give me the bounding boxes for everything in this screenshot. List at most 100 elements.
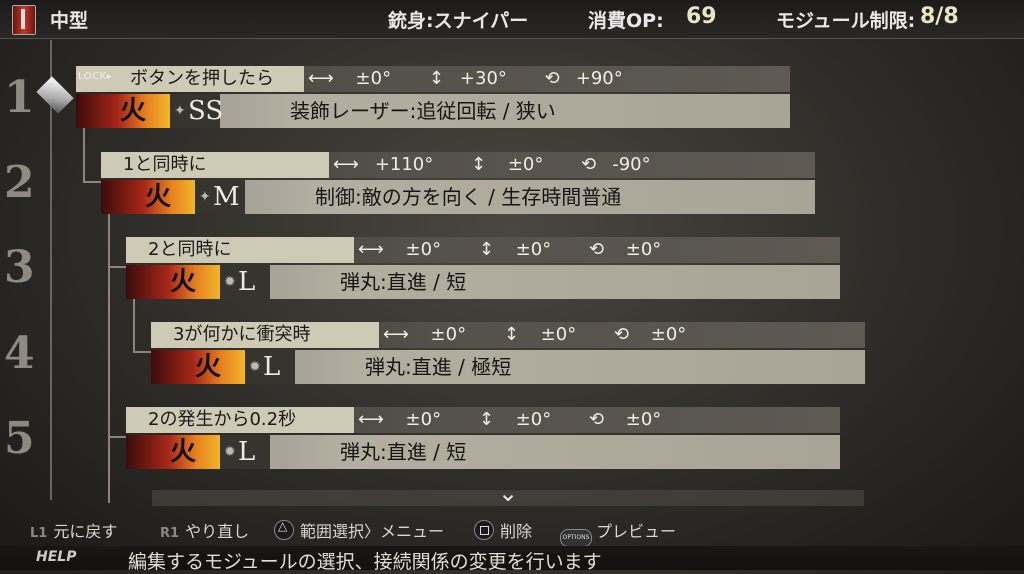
- sparkle-icon: ✦: [174, 103, 186, 119]
- horizontal-angle: ⟷ ±0°: [358, 409, 442, 430]
- rotation-icon: ⟲: [544, 68, 560, 89]
- module-description: 弾丸:直進 / 短: [340, 270, 467, 294]
- redo-hint[interactable]: R1 やり直し: [160, 518, 249, 542]
- size-badge: ✹ L: [220, 435, 270, 469]
- module-row-3[interactable]: 2と同時に ⟷ ±0° ↕ ±0° ⟲ ±0° 火 ✹ L 弾丸:直進 / 短: [126, 237, 840, 305]
- module-description: 制御:敵の方を向く / 生存時間普通: [315, 185, 622, 209]
- condition-label: 2と同時に: [126, 237, 354, 263]
- row-number-1: 1: [4, 72, 35, 123]
- horizontal-angle: ⟷ ±0°: [358, 239, 442, 260]
- barrel-label: 銃身:スナイパー: [388, 10, 529, 32]
- condition-label: 2の発生から0.2秒: [126, 407, 354, 433]
- row-number-2: 2: [4, 157, 35, 208]
- module-row-4[interactable]: 3が何かに衝突時 ⟷ ±0° ↕ ±0° ⟲ ±0° 火 ✹ L 弾丸:直進 / …: [151, 322, 865, 390]
- vertical-arrows-icon: ↕: [428, 68, 444, 89]
- limit-label: モジュール制限:: [776, 10, 916, 32]
- rotation-angle: ⟲ +90°: [544, 68, 623, 89]
- cursor-diamond-icon: [34, 84, 78, 108]
- vertical-angle: ↕ ±0°: [503, 324, 577, 345]
- rotation-angle: ⟲ ±0°: [588, 239, 662, 260]
- horizontal-arrows-icon: ⟷: [358, 239, 384, 260]
- vertical-angle: ↕ +30°: [428, 68, 507, 89]
- control-hints: L1元に戻す R1やり直し 範囲選択〉メニュー 削除 OPTIONSプレビュー: [0, 514, 1024, 547]
- fire-element-icon: 火: [126, 265, 220, 299]
- module-row-5[interactable]: 2の発生から0.2秒 ⟷ ±0° ↕ ±0° ⟲ ±0° 火 ✹ L 弾丸:直進 …: [126, 407, 840, 475]
- connector-line: [83, 128, 85, 183]
- r1-button-icon: R1: [160, 526, 180, 541]
- sparkle-icon: ✦: [199, 189, 211, 205]
- horizontal-angle: ⟷ ±0°: [308, 68, 392, 89]
- rotation-icon: ⟲: [581, 154, 597, 175]
- undo-hint[interactable]: L1 元に戻す: [30, 518, 117, 542]
- connector-line: [83, 181, 103, 183]
- direction-params: ⟷ ±0° ↕ ±0° ⟲ ±0°: [358, 407, 693, 433]
- cost-label: 消費OP:: [588, 10, 664, 32]
- horizontal-arrows-icon: ⟷: [383, 324, 409, 345]
- module-description: 弾丸:直進 / 短: [340, 440, 467, 464]
- gear-icon: ✹: [224, 444, 236, 460]
- connector-line: [133, 298, 135, 353]
- cost-value: 69: [686, 4, 717, 29]
- module-row-2[interactable]: 1と同時に ⟷ +110° ↕ ±0° ⟲ -90° 火 ✦ M 制御:敵の方を向く …: [101, 152, 815, 220]
- triangle-button-icon: [274, 519, 294, 540]
- vertical-arrows-icon: ↕: [478, 409, 494, 430]
- limit-value: 8/8: [920, 4, 959, 29]
- module-description: 装飾レーザー:追従回転 / 狭い: [290, 99, 556, 123]
- scroll-down-chevron-icon[interactable]: ⌄: [498, 479, 518, 507]
- vertical-arrows-icon: ↕: [503, 324, 519, 345]
- weapon-category-icon: [12, 5, 36, 35]
- vertical-angle: ↕ ±0°: [478, 409, 552, 430]
- direction-params: ⟷ ±0° ↕ +30° ⟲ +90°: [308, 66, 655, 92]
- size-badge: ✹ L: [245, 350, 295, 384]
- size-badge: ✦ SS: [170, 94, 223, 128]
- horizontal-arrows-icon: ⟷: [308, 68, 334, 89]
- vertical-arrows-icon: ↕: [478, 239, 494, 260]
- connector-line: [108, 436, 128, 438]
- range-select-hint[interactable]: 範囲選択〉メニュー: [274, 518, 444, 542]
- rotation-angle: ⟲ -90°: [581, 154, 651, 175]
- fire-element-icon: 火: [126, 435, 220, 469]
- rotation-icon: ⟲: [613, 324, 630, 345]
- connector-line: [108, 213, 110, 503]
- horizontal-arrows-icon: ⟷: [358, 409, 384, 430]
- rotation-angle: ⟲ ±0°: [588, 409, 662, 430]
- connector-line: [108, 266, 128, 268]
- condition-label: 3が何かに衝突時: [151, 322, 379, 348]
- condition-label: 1と同時に: [101, 152, 329, 178]
- size-badge: ✹ L: [220, 265, 270, 299]
- vertical-angle: ↕ ±0°: [478, 239, 552, 260]
- rotation-icon: ⟲: [588, 239, 605, 260]
- lock-button-label: LOCK▸: [78, 71, 113, 82]
- preview-hint[interactable]: OPTIONS プレビュー: [560, 518, 676, 547]
- direction-params: ⟷ ±0° ↕ ±0° ⟲ ±0°: [358, 237, 693, 263]
- horizontal-angle: ⟷ ±0°: [383, 324, 467, 345]
- l1-button-icon: L1: [30, 526, 48, 541]
- size-badge: ✦ M: [195, 180, 245, 214]
- horizontal-angle: ⟷ +110°: [333, 154, 434, 175]
- timeline-line: [50, 40, 52, 500]
- fire-element-icon: 火: [151, 350, 245, 384]
- options-button-icon: OPTIONS: [560, 529, 592, 547]
- module-description: 弾丸:直進 / 極短: [365, 355, 512, 379]
- fire-element-icon: 火: [76, 94, 170, 128]
- horizontal-arrows-icon: ⟷: [333, 154, 359, 175]
- vertical-angle: ↕ ±0°: [471, 154, 544, 175]
- square-button-icon: [474, 520, 494, 540]
- row-number-3: 3: [4, 242, 35, 293]
- vertical-arrows-icon: ↕: [471, 154, 487, 175]
- delete-hint[interactable]: 削除: [474, 518, 532, 542]
- help-label: HELP: [36, 549, 77, 565]
- fire-element-icon: 火: [101, 180, 195, 214]
- direction-params: ⟷ +110° ↕ ±0° ⟲ -90°: [333, 152, 683, 178]
- row-number-4: 4: [4, 328, 35, 379]
- header-bar: 中型 銃身:スナイパー 消費OP: 69 モジュール制限: 8/8: [0, 0, 1024, 39]
- rotation-angle: ⟲ ±0°: [613, 324, 687, 345]
- category-label: 中型: [50, 10, 89, 32]
- help-bar: HELP 編集するモジュールの選択、接続関係の変更を行います: [0, 546, 1024, 573]
- connector-line: [133, 351, 153, 353]
- row-number-5: 5: [4, 413, 35, 464]
- rotation-icon: ⟲: [588, 409, 605, 430]
- direction-params: ⟷ ±0° ↕ ±0° ⟲ ±0°: [383, 322, 718, 348]
- module-row-1[interactable]: ボタンを押したら ⟷ ±0° ↕ +30° ⟲ +90° 火 ✦ SS 装飾レーザー:…: [76, 66, 790, 134]
- gear-icon: ✹: [224, 274, 236, 290]
